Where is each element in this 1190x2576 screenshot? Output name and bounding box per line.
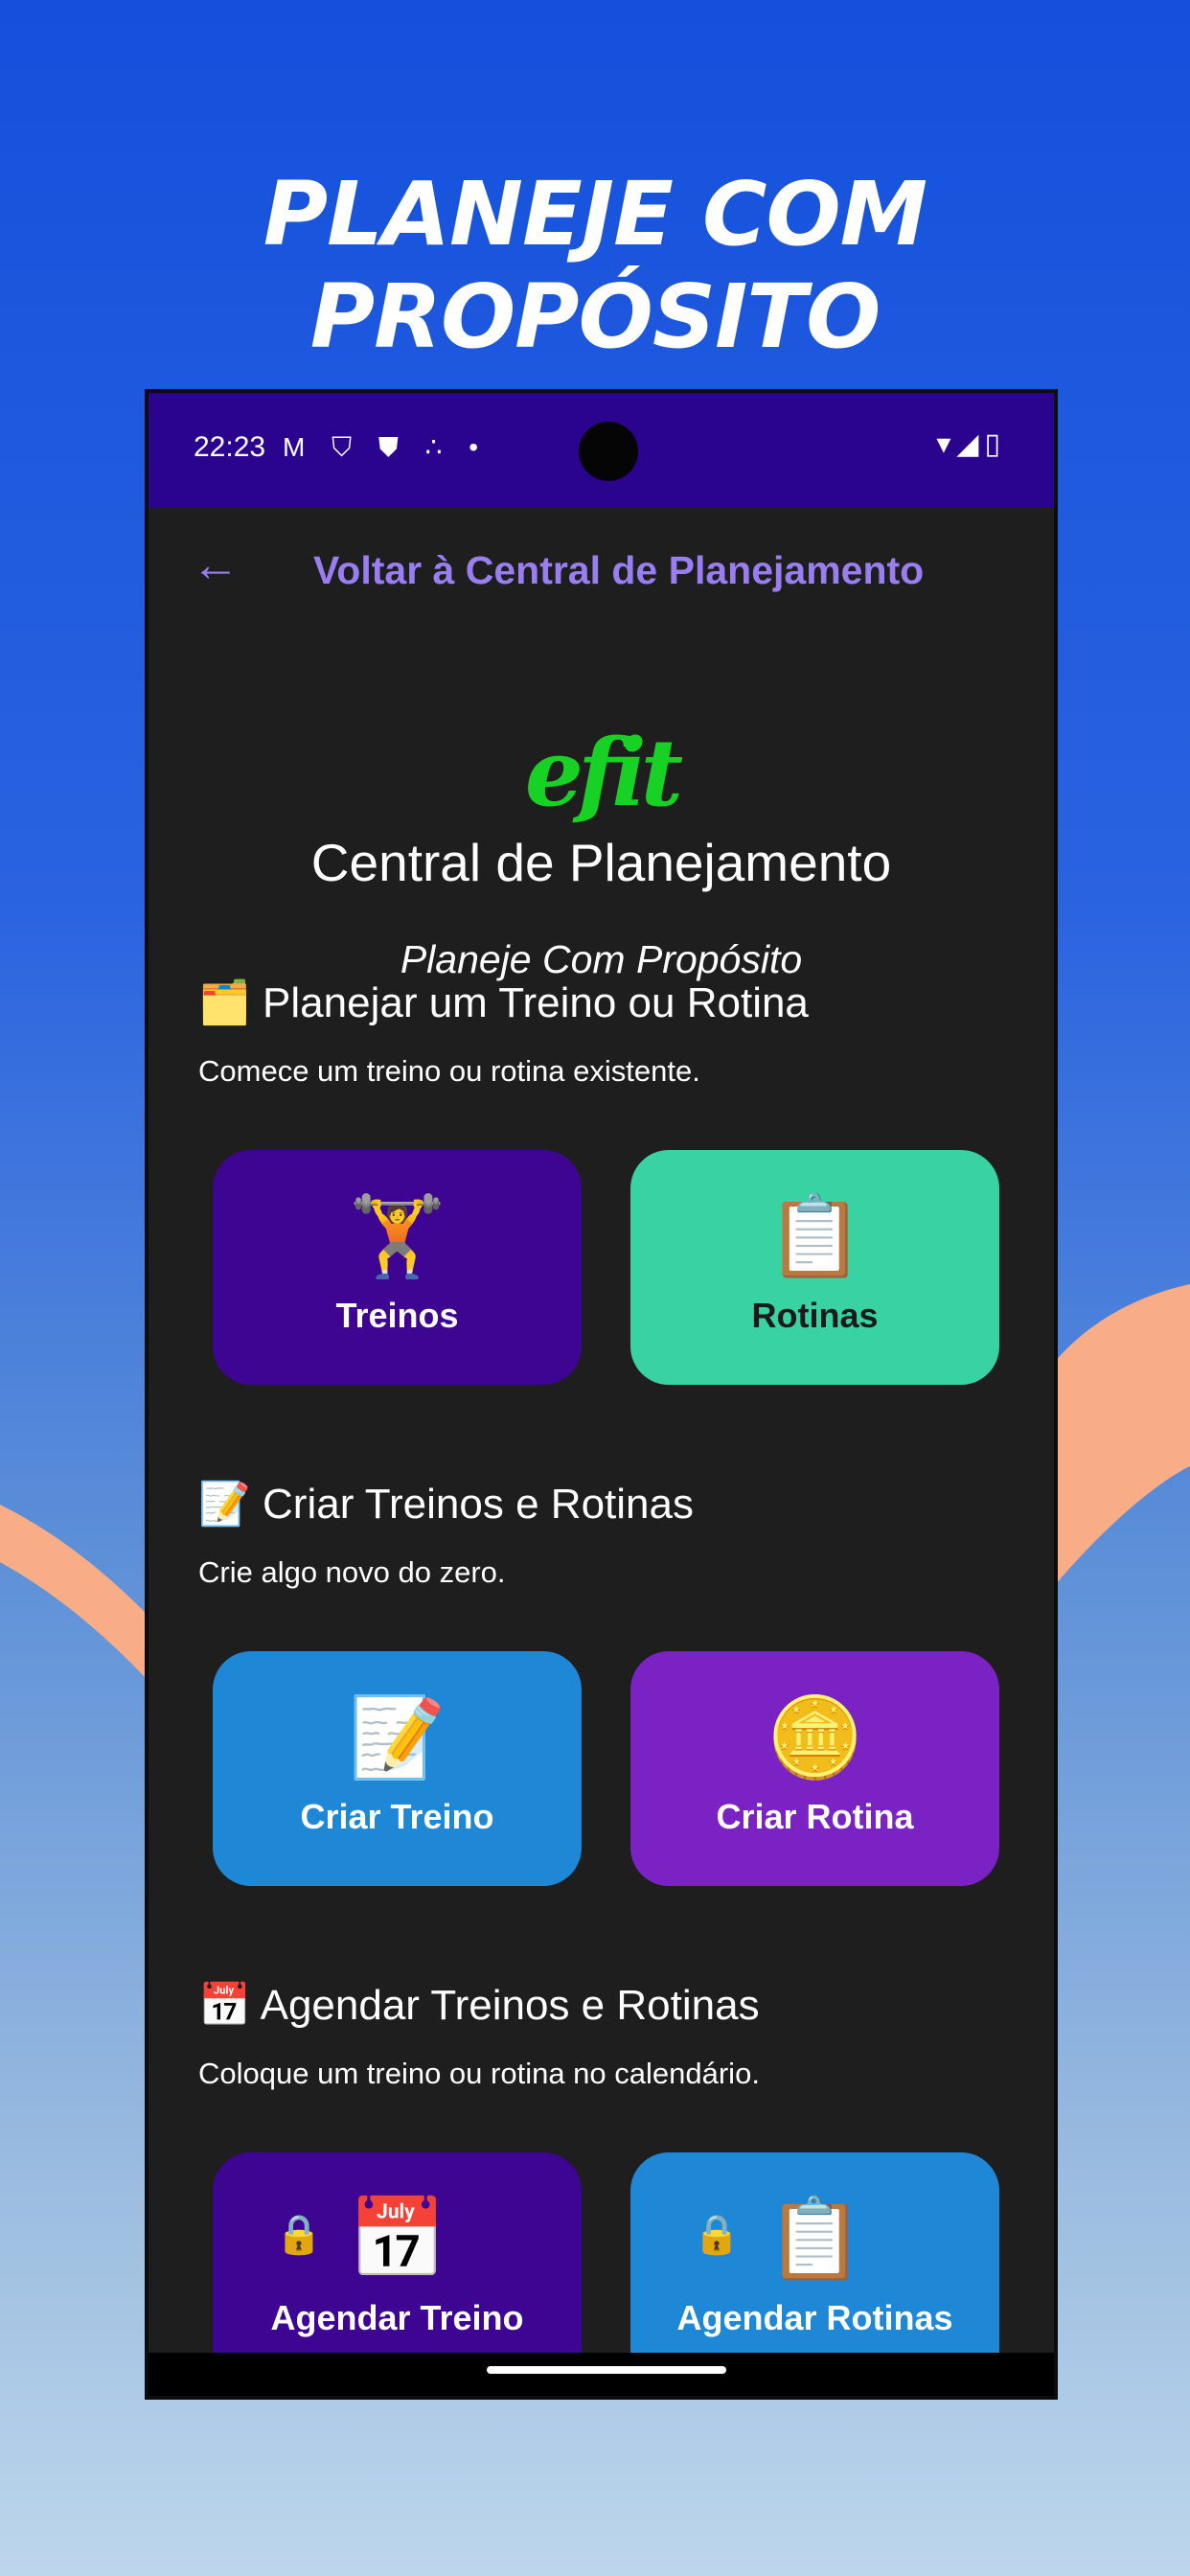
status-time: 22:23 xyxy=(194,431,266,463)
signal-battery-icons: ▾◢▯ xyxy=(936,428,1006,460)
rotinas-label: Rotinas xyxy=(751,1296,879,1335)
criar-rotina-label: Criar Rotina xyxy=(716,1797,914,1836)
logo-text: efit xyxy=(524,719,683,827)
section-plan-description: Comece um treino ou rotina existente. xyxy=(198,1054,700,1088)
folder-icon: 🗂️ xyxy=(198,979,251,1026)
camera-cutout xyxy=(579,422,638,481)
notification-icons: M ⛉ ⛊ ∴ • xyxy=(283,432,489,462)
treinos-card[interactable]: 🏋️ Treinos xyxy=(213,1150,582,1385)
promo-headline: PLANEJE COM PROPÓSITO xyxy=(263,163,927,368)
gesture-nav-bar xyxy=(149,2353,1054,2396)
page-title: Central de Planejamento xyxy=(310,833,892,892)
section-create-description: Crie algo novo do zero. xyxy=(198,1555,506,1589)
coin-icon: 🪙 xyxy=(766,1694,864,1782)
agendar-treino-label: Agendar Treino xyxy=(270,2298,524,2337)
section-schedule-description: Coloque um treino ou rotina no calendári… xyxy=(198,2057,760,2090)
app-logo: efit xyxy=(149,719,1054,827)
page-subtitle: Planeje Com Propósito xyxy=(400,937,803,981)
clipboard-icon: 📋 xyxy=(766,1193,864,1280)
weightlifter-icon: 🏋️ xyxy=(348,1193,446,1280)
section-schedule-label: Agendar Treinos e Rotinas xyxy=(260,1982,760,2029)
criar-treino-label: Criar Treino xyxy=(300,1797,494,1836)
agendar-rotinas-label: Agendar Rotinas xyxy=(676,2298,953,2337)
back-link-title[interactable]: Voltar à Central de Planejamento xyxy=(313,548,924,593)
back-arrow-icon[interactable]: ← xyxy=(192,537,240,592)
criar-treino-card[interactable]: 📝 Criar Treino xyxy=(213,1651,582,1886)
section-create-label: Criar Treinos e Rotinas xyxy=(263,1481,694,1528)
treinos-label: Treinos xyxy=(335,1296,459,1335)
section-create-title: 📝 Criar Treinos e Rotinas xyxy=(198,1479,694,1529)
memo-icon: 📝 xyxy=(198,1481,251,1528)
status-bar: 22:23 M ⛉ ⛊ ∴ • ▾◢▯ xyxy=(149,393,1054,508)
section-plan-label: Planejar um Treino ou Rotina xyxy=(263,979,809,1026)
calendar-date-icon: 📅 xyxy=(348,2196,446,2283)
home-indicator[interactable] xyxy=(487,2366,726,2374)
clipboard-icon: 📋 xyxy=(766,2196,864,2283)
criar-rotina-card[interactable]: 🪙 Criar Rotina xyxy=(630,1651,999,1886)
top-app-bar: ← Voltar à Central de Planejamento xyxy=(149,508,1054,632)
memo-pencil-icon: 📝 xyxy=(348,1694,446,1782)
section-plan-title: 🗂️ Planejar um Treino ou Rotina xyxy=(198,978,809,1027)
phone-screen: 22:23 M ⛉ ⛊ ∴ • ▾◢▯ ← Voltar à Central d… xyxy=(149,393,1054,2396)
rotinas-card[interactable]: 📋 Rotinas xyxy=(630,1150,999,1385)
calendar-icon: 📅 xyxy=(198,1982,251,2029)
section-schedule-title: 📅 Agendar Treinos e Rotinas xyxy=(198,1980,760,2030)
